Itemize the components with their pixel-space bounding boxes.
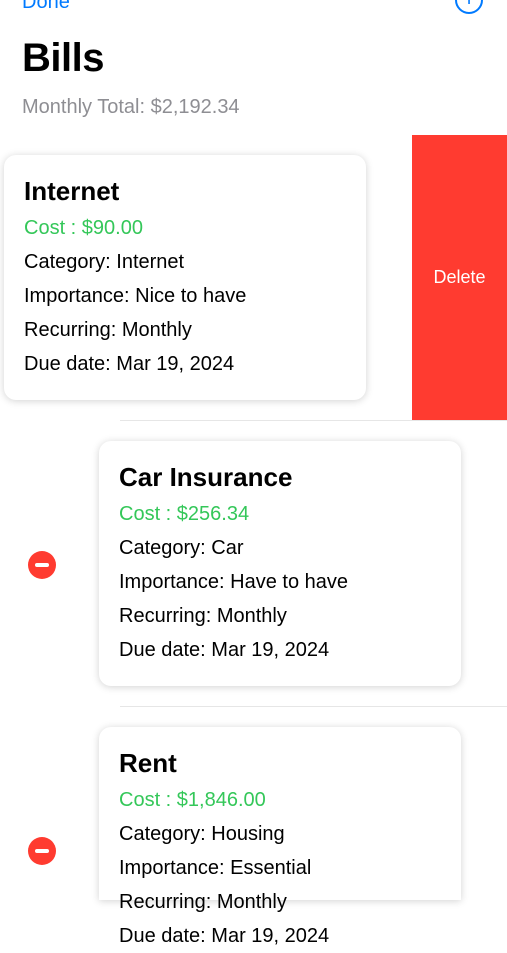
delete-label: Delete	[433, 267, 486, 287]
bill-due-date: Due date: Mar 19, 2024	[119, 925, 330, 947]
bill-recurring: Recurring: Monthly	[119, 605, 287, 627]
add-bill-button[interactable]: +	[455, 0, 483, 14]
monthly-total: Monthly Total: $2,192.34	[22, 96, 240, 118]
bill-name: Car Insurance	[119, 462, 293, 492]
bill-recurring: Recurring: Monthly	[119, 891, 287, 913]
row-divider	[120, 420, 507, 421]
bill-importance: Importance: Essential	[119, 857, 312, 879]
bill-cost: Cost : $1,846.00	[119, 789, 266, 811]
bill-cost: Cost : $256.34	[119, 503, 250, 525]
bill-cost: Cost : $90.00	[24, 217, 143, 239]
row-divider	[120, 706, 507, 707]
bill-category: Category: Car	[119, 537, 244, 559]
delete-minus-icon[interactable]	[28, 837, 56, 865]
delete-button[interactable]: Delete	[412, 135, 507, 420]
done-button[interactable]: Done	[22, 0, 70, 14]
bill-card-car-insurance[interactable]: Car Insurance Cost : $256.34 Category: C…	[99, 441, 461, 686]
bill-name: Rent	[119, 748, 177, 778]
bill-category: Category: Internet	[24, 251, 185, 273]
bill-category: Category: Housing	[119, 823, 285, 845]
page-title: Bills	[22, 36, 104, 80]
delete-minus-icon[interactable]	[28, 551, 56, 579]
bill-card-internet[interactable]: Internet Cost : $90.00 Category: Interne…	[4, 155, 366, 400]
bill-importance: Importance: Have to have	[119, 571, 349, 593]
bill-recurring: Recurring: Monthly	[24, 319, 192, 341]
plus-icon: +	[463, 0, 476, 11]
bill-card-rent[interactable]: Rent Cost : $1,846.00 Category: Housing …	[99, 727, 461, 947]
bill-due-date: Due date: Mar 19, 2024	[119, 639, 330, 661]
bill-name: Internet	[24, 176, 120, 206]
bill-due-date: Due date: Mar 19, 2024	[24, 353, 235, 375]
bill-importance: Importance: Nice to have	[24, 285, 247, 307]
